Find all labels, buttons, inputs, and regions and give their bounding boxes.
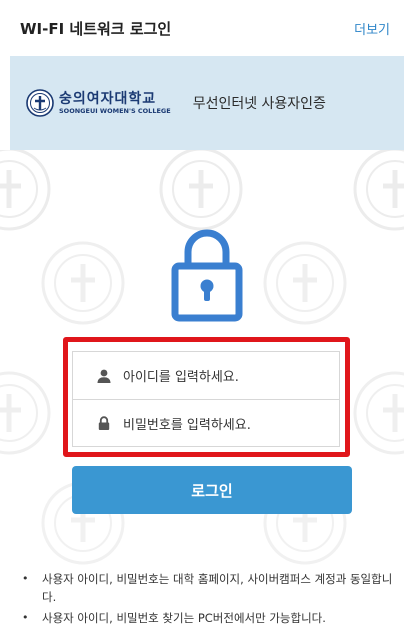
background-seal-icon — [353, 371, 404, 455]
background-seal-icon — [0, 150, 51, 231]
highlight-box — [63, 337, 350, 457]
more-link[interactable]: 더보기 — [354, 19, 390, 38]
school-name-korean: 숭의여자대학교 — [59, 90, 157, 107]
top-header: WI-FI 네트워크 로그인 더보기 — [0, 0, 404, 56]
background-seal-icon — [353, 150, 404, 231]
lock-icon — [171, 229, 243, 322]
notice-text: 사용자 아이디, 비밀번호 찾기는 PC버전에서만 가능합니다. — [42, 611, 326, 625]
notice-text: 사용자 아이디, 비밀번호는 대학 홈페이지, 사이버캠퍼스 계정과 동일합니다… — [42, 572, 393, 604]
service-title: 무선인터넷 사용자인증 — [192, 96, 326, 112]
list-item: • 사용자 아이디, 비밀번호는 대학 홈페이지, 사이버캠퍼스 계정과 동일합… — [20, 570, 404, 606]
background-seal-icon — [0, 371, 51, 455]
notice-list: • 사용자 아이디, 비밀번호는 대학 홈페이지, 사이버캠퍼스 계정과 동일합… — [20, 570, 404, 627]
list-item: • 사용자 아이디, 비밀번호 찾기는 PC버전에서만 가능합니다. — [20, 609, 404, 627]
background-seal-icon — [159, 150, 243, 231]
background-seal-icon — [41, 241, 125, 325]
school-name-english: SOONGEUI WOMEN'S COLLEGE — [59, 106, 171, 115]
school-emblem-icon — [26, 89, 54, 117]
bullet-icon: • — [22, 611, 29, 624]
page-title: WI-FI 네트워크 로그인 — [20, 19, 172, 38]
login-button[interactable]: 로그인 — [72, 466, 352, 514]
bullet-icon: • — [22, 572, 29, 585]
school-banner: 숭의여자대학교 SOONGEUI WOMEN'S COLLEGE 무선인터넷 사… — [10, 56, 404, 150]
school-name: 숭의여자대학교 SOONGEUI WOMEN'S COLLEGE — [59, 91, 171, 116]
background-seal-icon — [263, 241, 347, 325]
login-page: WI-FI 네트워크 로그인 더보기 숭의여자대학교 SOONGEUI WOME… — [0, 0, 404, 630]
